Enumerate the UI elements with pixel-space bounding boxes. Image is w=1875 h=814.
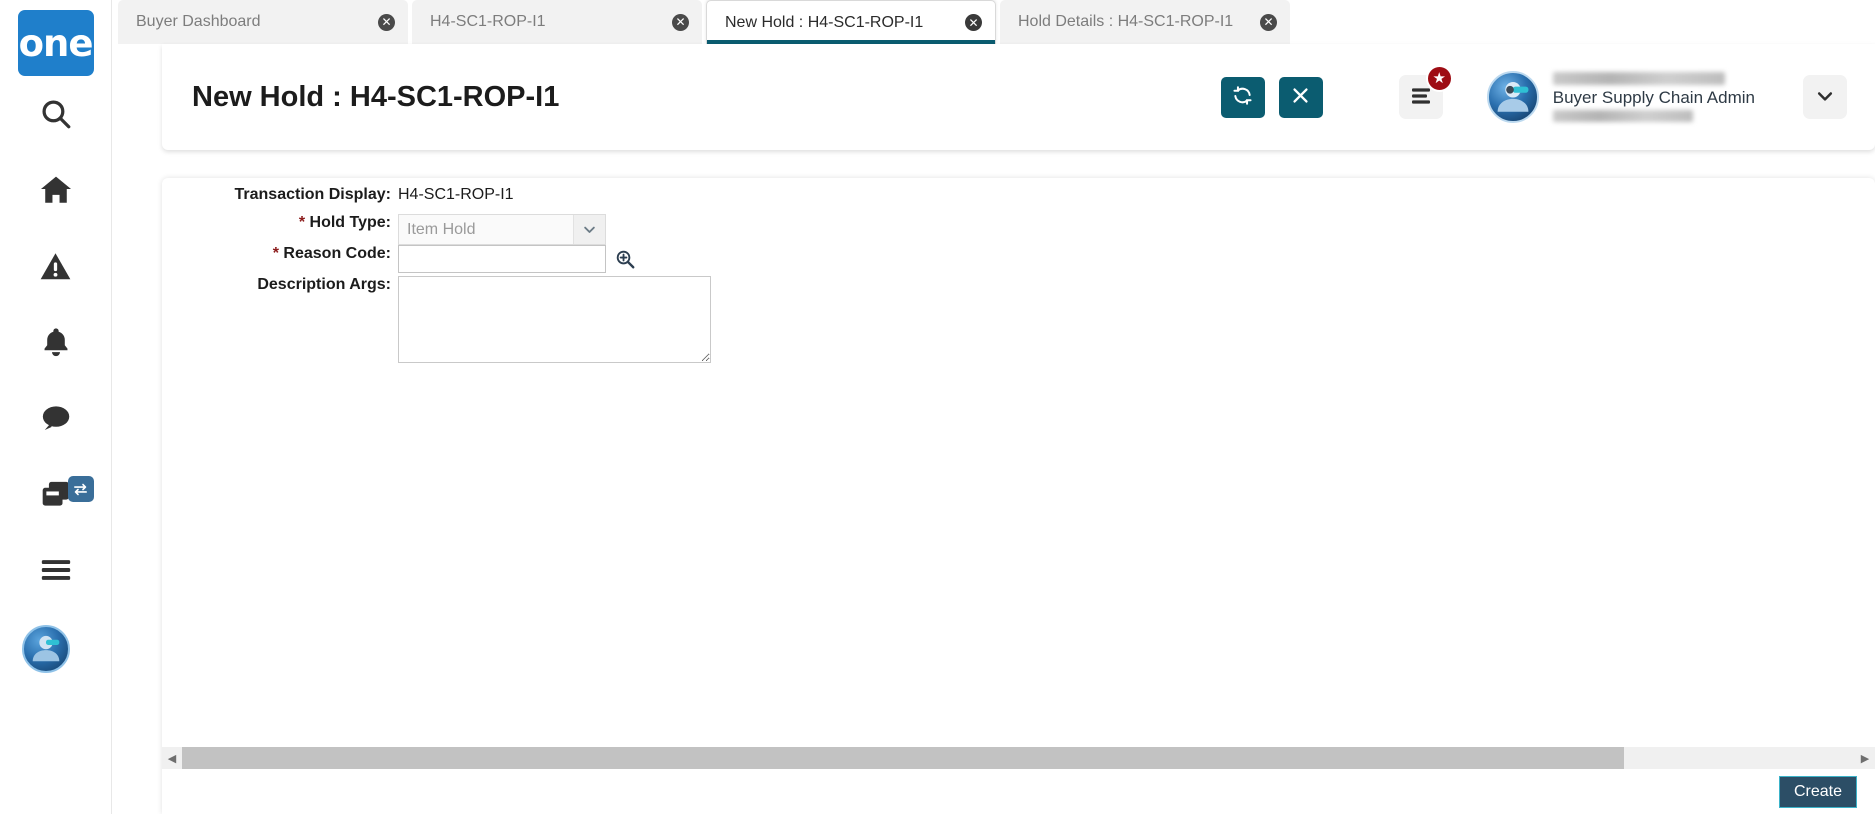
sidebar-item-windows[interactable] bbox=[0, 456, 112, 532]
header-actions: ★ Buyer Supply Chain Admin bbox=[1220, 65, 1875, 123]
horizontal-scrollbar[interactable]: ◀ ▶ bbox=[162, 747, 1875, 769]
user-name-redacted bbox=[1552, 71, 1725, 85]
tab-new-hold[interactable]: New Hold : H4-SC1-ROP-I1 ✕ bbox=[706, 0, 996, 44]
reason-code-label-text: Reason Code: bbox=[283, 245, 391, 262]
tab-hold-details[interactable]: Hold Details : H4-SC1-ROP-I1 ✕ bbox=[1000, 0, 1290, 44]
reason-code-label: * Reason Code: bbox=[162, 245, 398, 263]
hold-type-label-text: Hold Type: bbox=[309, 214, 391, 231]
hamburger-menu-icon bbox=[39, 553, 73, 587]
user-role: Buyer Supply Chain Admin bbox=[1552, 87, 1755, 107]
close-circle-icon[interactable]: ✕ bbox=[965, 14, 982, 31]
sidebar-item-alerts[interactable] bbox=[0, 228, 112, 304]
home-icon bbox=[39, 173, 73, 207]
tab-label: H4-SC1-ROP-I1 bbox=[430, 13, 546, 30]
form-row-transaction-display: Transaction Display: H4-SC1-ROP-I1 bbox=[162, 186, 862, 204]
close-x-icon bbox=[1291, 86, 1310, 108]
hold-form: Transaction Display: H4-SC1-ROP-I1 * Hol… bbox=[162, 178, 1875, 731]
chat-bubble-icon bbox=[39, 402, 72, 435]
list-menu-icon bbox=[1409, 86, 1433, 109]
user-id-redacted bbox=[1552, 110, 1693, 123]
magnifier-plus-icon[interactable] bbox=[614, 245, 636, 273]
tab-label: New Hold : H4-SC1-ROP-I1 bbox=[725, 13, 924, 31]
scrollbar-thumb[interactable] bbox=[182, 747, 1624, 769]
triangle-right-icon[interactable]: ▶ bbox=[1855, 747, 1875, 769]
required-marker: * bbox=[272, 245, 279, 262]
tab-h4-sc1-rop-i1[interactable]: H4-SC1-ROP-I1 ✕ bbox=[412, 0, 702, 44]
user-avatar-icon bbox=[27, 628, 65, 671]
brand-logo-text: one bbox=[18, 21, 94, 65]
avatar bbox=[1486, 71, 1539, 123]
hold-type-select[interactable]: Item Hold bbox=[398, 214, 606, 245]
close-button[interactable] bbox=[1278, 76, 1323, 118]
scrollbar-track[interactable] bbox=[182, 747, 1855, 769]
transaction-display-value: H4-SC1-ROP-I1 bbox=[398, 186, 514, 203]
required-marker: * bbox=[298, 214, 306, 231]
tab-label: Hold Details : H4-SC1-ROP-I1 bbox=[1018, 13, 1234, 30]
user-text: Buyer Supply Chain Admin bbox=[1552, 71, 1755, 123]
form-row-description-args: Description Args: bbox=[162, 276, 862, 363]
panel-footer: Create bbox=[162, 769, 1875, 814]
tab-label: Buyer Dashboard bbox=[136, 13, 261, 30]
hold-type-label: * Hold Type: bbox=[162, 214, 398, 232]
list-menu-wrapper: ★ bbox=[1398, 65, 1453, 119]
form-row-hold-type: * Hold Type: Item Hold bbox=[162, 214, 862, 245]
description-args-label: Description Args: bbox=[257, 276, 391, 293]
bell-icon bbox=[40, 326, 72, 358]
page-title: New Hold : H4-SC1-ROP-I1 bbox=[192, 80, 560, 113]
left-sidebar: one bbox=[0, 0, 112, 814]
sidebar-avatar[interactable] bbox=[22, 625, 70, 673]
hold-type-selected-value: Item Hold bbox=[407, 220, 476, 238]
sidebar-item-notifications[interactable] bbox=[0, 304, 112, 380]
warning-triangle-icon bbox=[39, 250, 72, 283]
close-circle-icon[interactable]: ✕ bbox=[378, 13, 395, 31]
form-row-reason-code: * Reason Code: bbox=[162, 245, 862, 273]
tab-bar: Buyer Dashboard ✕ H4-SC1-ROP-I1 ✕ New Ho… bbox=[118, 0, 1875, 44]
user-avatar-icon bbox=[1492, 74, 1534, 121]
sidebar-item-messages[interactable] bbox=[0, 380, 112, 456]
user-profile[interactable]: Buyer Supply Chain Admin bbox=[1486, 71, 1755, 123]
refresh-sync-icon bbox=[1232, 85, 1253, 109]
reason-code-input[interactable] bbox=[398, 245, 606, 273]
search-icon bbox=[39, 97, 73, 131]
transaction-display-label: Transaction Display: bbox=[234, 186, 392, 203]
create-button[interactable]: Create bbox=[1778, 775, 1857, 808]
sidebar-item-home[interactable] bbox=[0, 152, 112, 228]
chevron-down-icon bbox=[1815, 86, 1835, 109]
swap-arrows-icon[interactable] bbox=[67, 476, 94, 502]
brand-logo[interactable]: one bbox=[17, 10, 94, 76]
chevron-down-icon[interactable] bbox=[573, 215, 605, 244]
star-icon[interactable]: ★ bbox=[1425, 65, 1453, 92]
description-args-textarea[interactable] bbox=[398, 276, 711, 363]
close-circle-icon[interactable]: ✕ bbox=[1260, 13, 1277, 31]
close-circle-icon[interactable]: ✕ bbox=[672, 13, 689, 31]
refresh-button[interactable] bbox=[1220, 76, 1265, 118]
user-menu-button[interactable] bbox=[1803, 75, 1847, 119]
triangle-left-icon[interactable]: ◀ bbox=[162, 747, 182, 769]
tab-buyer-dashboard[interactable]: Buyer Dashboard ✕ bbox=[118, 0, 408, 44]
content-panel: Transaction Display: H4-SC1-ROP-I1 * Hol… bbox=[162, 178, 1875, 814]
sidebar-item-search[interactable] bbox=[0, 76, 112, 152]
page-header: New Hold : H4-SC1-ROP-I1 ★ Buyer Supply … bbox=[162, 44, 1875, 150]
sidebar-item-menu[interactable] bbox=[0, 532, 112, 608]
